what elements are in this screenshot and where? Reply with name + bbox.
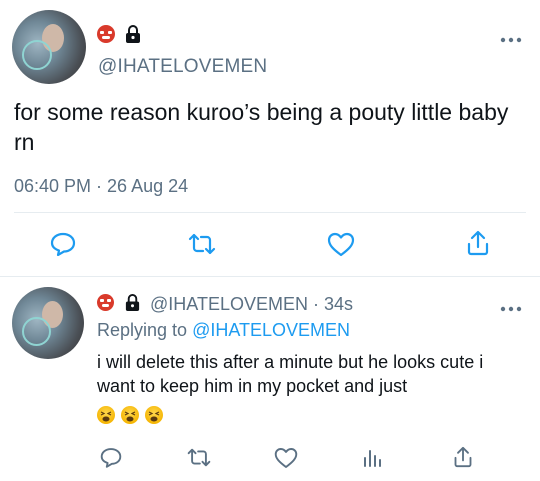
like-heart-icon[interactable] bbox=[274, 447, 298, 469]
more-options-icon[interactable] bbox=[500, 30, 522, 43]
user-handle[interactable]: @IHATELOVEMEN bbox=[98, 56, 267, 78]
reply-handle-time[interactable]: @IHATELOVEMEN · 34s bbox=[150, 294, 353, 315]
emoji-row bbox=[97, 406, 163, 426]
lock-icon bbox=[124, 24, 142, 44]
analytics-icon[interactable] bbox=[362, 448, 382, 468]
tired-face-emoji bbox=[97, 406, 115, 424]
ogre-mask-emoji bbox=[97, 25, 115, 43]
more-options-icon[interactable] bbox=[500, 299, 522, 312]
share-icon[interactable] bbox=[453, 446, 473, 468]
replying-to-label: Replying to bbox=[97, 320, 193, 340]
retweet-icon[interactable] bbox=[187, 233, 217, 255]
reply-text: i will delete this after a minute but he… bbox=[97, 352, 484, 396]
replying-to-line: Replying to @IHATELOVEMEN bbox=[97, 320, 350, 341]
share-icon[interactable] bbox=[466, 230, 490, 256]
tweet-text: for some reason kuroo’s being a pouty li… bbox=[14, 99, 509, 155]
reply-icon[interactable] bbox=[50, 232, 76, 256]
divider bbox=[14, 212, 526, 213]
reply-icon[interactable] bbox=[100, 447, 122, 468]
retweet-icon[interactable] bbox=[186, 448, 212, 467]
lock-icon bbox=[124, 293, 141, 312]
avatar[interactable] bbox=[12, 10, 86, 84]
section-divider bbox=[0, 276, 540, 277]
like-heart-icon[interactable] bbox=[327, 232, 355, 257]
ogre-mask-emoji bbox=[97, 294, 114, 311]
tired-face-emoji bbox=[145, 406, 163, 424]
tweet-timestamp: 06:40 PM · 26 Aug 24 bbox=[14, 176, 189, 196]
tired-face-emoji bbox=[121, 406, 139, 424]
replying-to-handle[interactable]: @IHATELOVEMEN bbox=[192, 320, 350, 340]
reply-avatar[interactable] bbox=[12, 287, 84, 359]
